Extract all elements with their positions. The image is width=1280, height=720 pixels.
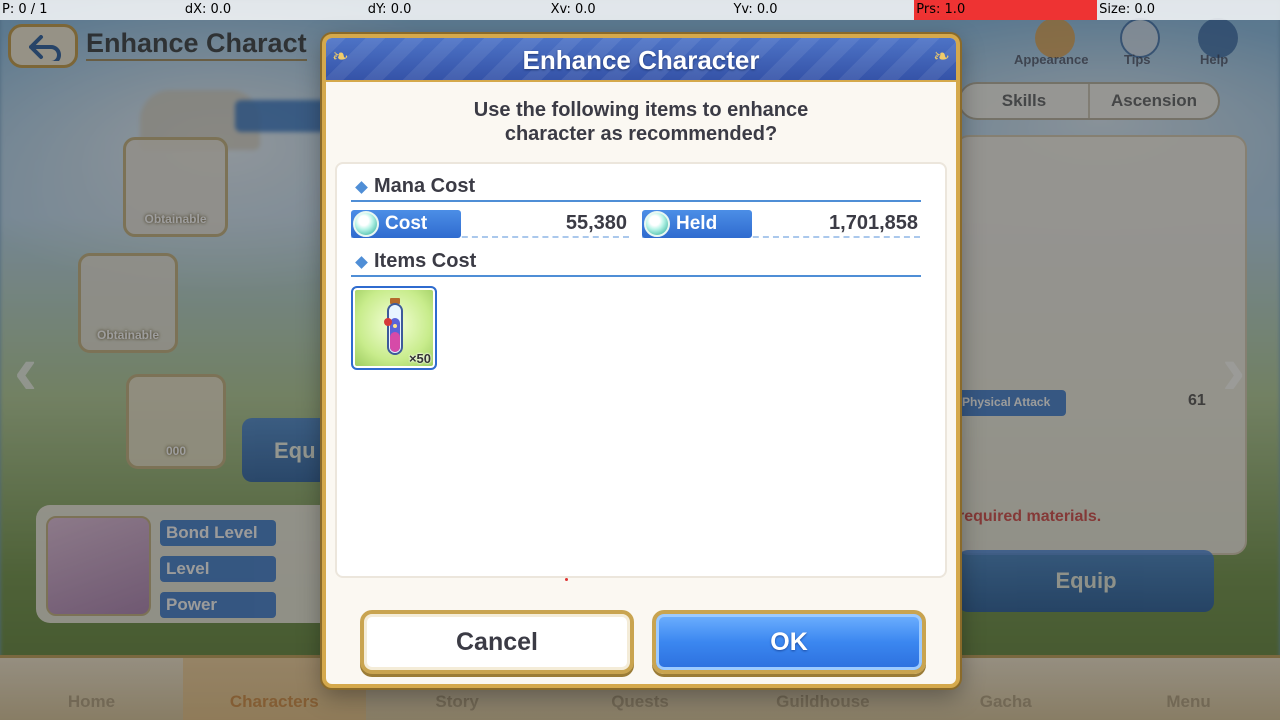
dialog-prompt: Use the following items to enhance chara…: [386, 98, 896, 146]
mana-orb-icon: [353, 211, 379, 237]
debug-dx: dX: 0.0: [184, 2, 232, 17]
mana-orb-icon: [644, 211, 670, 237]
debug-pressure: Prs: 1.0: [914, 0, 1098, 20]
diamond-icon: [355, 181, 368, 194]
debug-yv: Yv: 0.0: [733, 2, 778, 17]
item-slot[interactable]: ×50: [351, 286, 437, 370]
dialog-title: Enhance Character: [522, 45, 760, 75]
items-cost-label: Items Cost: [374, 250, 477, 272]
items-cost-header: Items Cost: [351, 247, 921, 277]
dialog-header: ❧ ❧ Enhance Character: [326, 38, 956, 82]
cancel-button[interactable]: Cancel: [360, 610, 634, 674]
debug-size: Size: 0.0: [1099, 2, 1156, 17]
enhance-character-dialog: ❧ ❧ Enhance Character Use the following …: [322, 34, 960, 688]
cost-value: 55,380: [565, 212, 627, 234]
touch-indicator: [565, 578, 568, 581]
pointer-debug-bar: P: 0 / 1 dX: 0.0 dY: 0.0 Xv: 0.0 Yv: 0.0…: [0, 0, 1280, 20]
mana-held-row: Held 1,701,858: [642, 210, 920, 238]
debug-pointer: P: 0 / 1: [2, 2, 48, 17]
mana-cost-row: Cost 55,380: [351, 210, 629, 238]
potion-vial-icon: [384, 298, 403, 355]
held-value: 1,701,858: [829, 212, 918, 234]
item-quantity: ×50: [408, 351, 431, 366]
diamond-icon: [355, 256, 368, 269]
prompt-line: Use the following items to enhance: [473, 99, 809, 121]
debug-dy: dY: 0.0: [367, 2, 412, 17]
mana-cost-header: Mana Cost: [351, 172, 921, 202]
prompt-line: character as recommended?: [504, 123, 778, 145]
ok-button[interactable]: OK: [652, 610, 926, 674]
debug-xv: Xv: 0.0: [550, 2, 596, 17]
cost-panel: Mana Cost Cost 55,380 Held 1,701,858 Ite…: [335, 162, 947, 581]
mana-cost-label: Mana Cost: [374, 175, 476, 197]
